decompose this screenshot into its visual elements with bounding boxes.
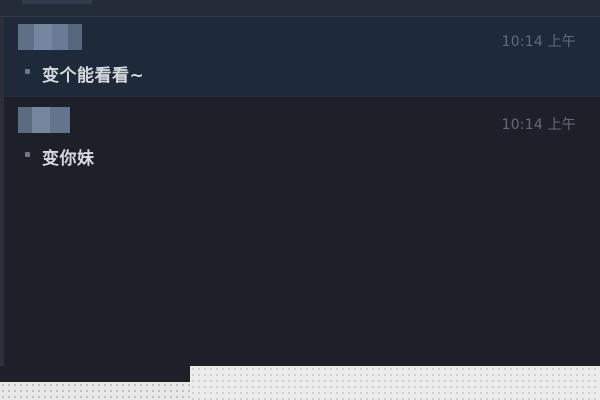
- message-timestamp: 10:14 上午: [501, 117, 576, 133]
- message-timestamp: 10:14 上午: [501, 34, 576, 50]
- top-bar-fragment: [22, 0, 92, 4]
- message-text: 变你妹: [42, 149, 95, 169]
- sender-name-blurred: [18, 107, 70, 133]
- chat-bottom-area: [0, 366, 190, 382]
- torn-edge-pattern: [190, 366, 600, 400]
- torn-edge-pattern-left: [0, 382, 190, 400]
- bullet-icon: [25, 152, 30, 157]
- chat-message[interactable]: 10:14 上午 变你妹: [4, 100, 600, 180]
- chat-window: 10:14 上午 变个能看看~ 10:14 上午 变你妹: [0, 0, 600, 400]
- chat-message[interactable]: 10:14 上午 变个能看看~: [4, 17, 600, 97]
- bullet-icon: [25, 69, 30, 74]
- message-text: 变个能看看~: [42, 66, 145, 86]
- sender-name-blurred: [18, 24, 82, 50]
- chat-top-bar: [0, 0, 600, 17]
